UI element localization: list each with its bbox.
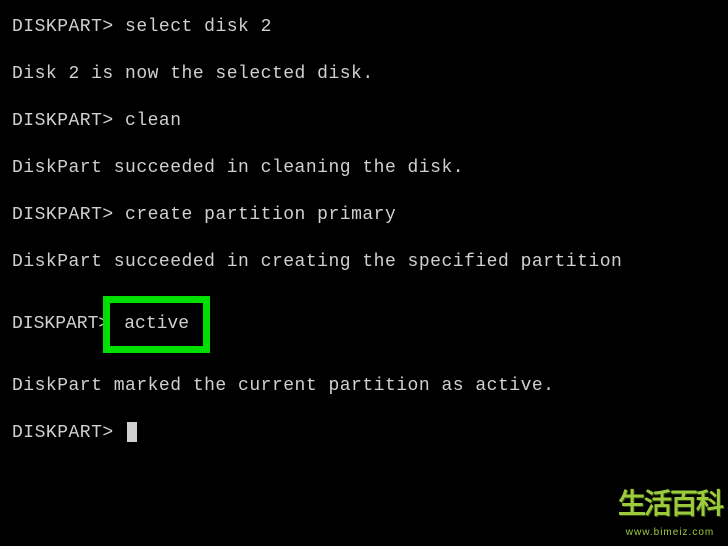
command-text: clean bbox=[125, 111, 182, 131]
terminal-output-4: DiskPart marked the current partition as… bbox=[12, 373, 716, 400]
terminal-output-3: DiskPart succeeded in creating the speci… bbox=[12, 249, 716, 276]
prompt: DISKPART> bbox=[12, 205, 125, 225]
prompt: DISKPART> bbox=[12, 17, 125, 37]
watermark: 生活百科 www.bimeiz.com bbox=[618, 483, 722, 540]
command-text: create partition primary bbox=[125, 205, 396, 225]
terminal-line-3: DISKPART> create partition primary bbox=[12, 202, 716, 229]
terminal-line-1: DISKPART> select disk 2 bbox=[12, 14, 716, 41]
terminal-line-4: DISKPART> active bbox=[12, 296, 716, 353]
terminal-line-2: DISKPART> clean bbox=[12, 108, 716, 135]
prompt: DISKPART> bbox=[12, 111, 125, 131]
highlight-box: active bbox=[103, 296, 210, 353]
highlighted-command: active bbox=[124, 314, 189, 334]
watermark-text: 生活百科 bbox=[618, 483, 722, 525]
watermark-block: 生活百科 www.bimeiz.com bbox=[618, 483, 722, 540]
prompt: DISKPART> bbox=[12, 311, 109, 338]
prompt: DISKPART> bbox=[12, 423, 114, 443]
terminal-output-2: DiskPart succeeded in cleaning the disk. bbox=[12, 155, 716, 182]
terminal-output-1: Disk 2 is now the selected disk. bbox=[12, 61, 716, 88]
command-text: select disk 2 bbox=[125, 17, 272, 37]
terminal-line-5[interactable]: DISKPART> bbox=[12, 420, 716, 447]
cursor-icon bbox=[127, 422, 137, 442]
watermark-url: www.bimeiz.com bbox=[626, 525, 714, 540]
